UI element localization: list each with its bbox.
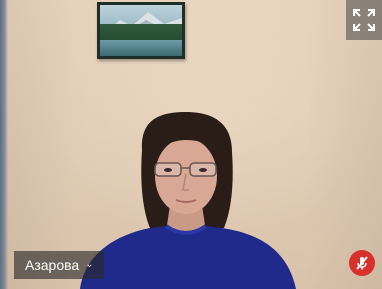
fullscreen-button[interactable]: [346, 0, 382, 40]
fullscreen-icon: [353, 9, 375, 31]
participant-video: [80, 112, 296, 289]
mic-muted-indicator[interactable]: [349, 250, 375, 276]
participant-name-menu[interactable]: Азарова ⌄: [14, 251, 104, 279]
participant-name: Азарова: [25, 257, 80, 273]
video-tile: Азарова ⌄: [0, 0, 382, 289]
mic-off-icon: [356, 256, 368, 270]
chevron-down-icon: ⌄: [85, 259, 94, 270]
